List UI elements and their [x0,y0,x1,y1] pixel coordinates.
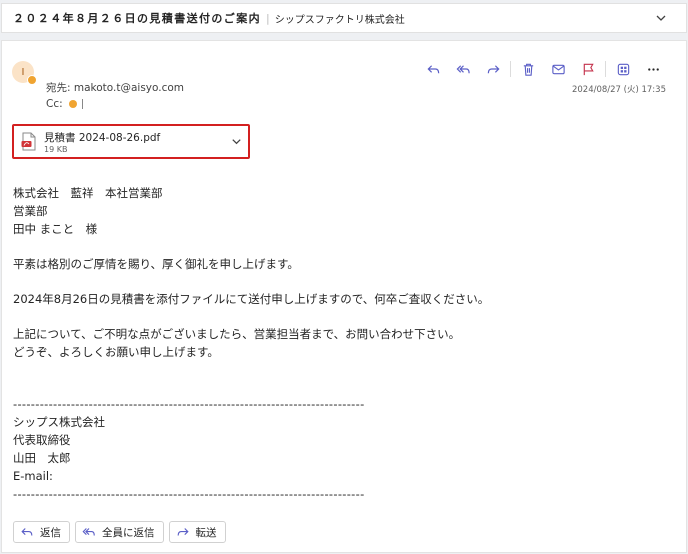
mark-unread-icon [551,64,565,74]
signature-divider: ----------------------------------------… [13,397,365,411]
body-line: 上記について、ご不明な点がございましたら、営業担当者まで、お問い合わせ下さい。 [13,327,461,341]
email-subject: ２０２４年８月２６日の見積書送付のご案内 [13,12,261,25]
signature-line: シップス株式会社 [13,415,105,429]
message-timestamp: 2024/08/27 (火) 17:35 [571,85,666,95]
more-button[interactable] [638,58,668,80]
pdf-file-icon [21,132,36,151]
forward-icon [177,528,189,536]
body-line: 2024年8月26日の見積書を添付ファイルにて送付申し上げますので、何卒ご査収く… [13,292,490,306]
signature-line: E-mail: [13,469,53,483]
avatar[interactable]: I [12,61,37,85]
presence-icon [27,75,37,85]
recipient-cc[interactable]: Cc: [46,98,83,110]
chevron-down-icon[interactable] [654,11,668,25]
delete-button[interactable] [513,58,543,80]
message-toolbar [418,58,668,80]
cc-cursor [81,99,83,109]
reply-icon [426,64,439,73]
cc-contact-icon [68,100,77,108]
delete-icon [523,63,533,76]
signature-line: 山田 太郎 [13,451,71,465]
body-line: どうぞ、よろしくお願い申し上げます。 [13,345,219,359]
reply-actions: 返信 全員に返信 転送 [13,521,226,543]
attachment-size: 19 KB [44,145,68,154]
signature-divider: ----------------------------------------… [13,487,365,501]
mark-unread-button[interactable] [543,58,573,80]
forward-label: 転送 [195,526,217,539]
avatar-initial: I [21,66,25,78]
attachment-name: 見積書 2024-08-26.pdf [44,132,161,144]
message-card: I 宛先: makoto.t@aisyo.com Cc: 2024/08/27 … [1,40,687,553]
reply-label: 返信 [40,526,61,539]
toolbar-divider [510,61,511,77]
reply-button-bottom[interactable]: 返信 [13,521,70,543]
apps-button[interactable] [608,58,638,80]
signature-line: 代表取締役 [13,433,71,447]
reply-all-icon [82,528,95,536]
body-line: 株式会社 藍祥 本社営業部 [13,186,163,200]
reply-all-button[interactable] [448,58,478,80]
recipient-to[interactable]: 宛先: makoto.t@aisyo.com [46,80,184,95]
reply-icon [21,528,33,536]
subject-separator: | [266,11,270,25]
body-line: 田中 まこと 様 [13,222,98,236]
message-body: 株式会社 藍祥 本社営業部 営業部 田中 まこと 様 平素は格別のご厚情を賜り、… [13,184,673,503]
chevron-down-icon[interactable] [230,135,243,148]
toolbar-divider [605,61,606,77]
reply-all-label: 全員に返信 [102,526,155,539]
reply-all-icon [456,64,470,73]
forward-icon [487,64,500,73]
attachment-card[interactable]: 見積書 2024-08-26.pdf 19 KB [12,124,250,159]
apps-icon [617,63,629,75]
subject-bar: ２０２４年８月２６日の見積書送付のご案内 | シップスファクトリ株式会社 [1,3,687,33]
reply-all-button-bottom[interactable]: 全員に返信 [75,521,164,543]
subject-company: シップスファクトリ株式会社 [274,14,405,26]
forward-button[interactable] [478,58,508,80]
reply-button[interactable] [418,58,448,80]
flag-button[interactable] [573,58,603,80]
forward-button-bottom[interactable]: 転送 [168,521,226,543]
body-line: 営業部 [13,204,48,218]
flag-icon [583,63,594,75]
cc-label: Cc: [46,98,63,110]
more-icon [647,67,659,71]
body-line: 平素は格別のご厚情を賜り、厚く御礼を申し上げます。 [13,257,299,271]
